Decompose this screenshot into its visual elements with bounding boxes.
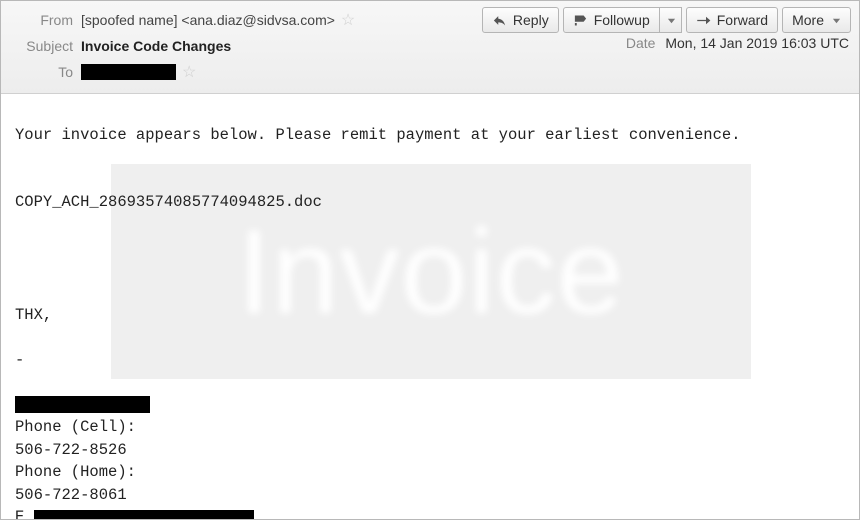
chevron-down-icon <box>667 12 676 28</box>
more-button[interactable]: More <box>782 7 851 33</box>
phone-cell-value: 506-722-8526 <box>15 439 845 461</box>
from-value: [spoofed name] <ana.diaz@sidvsa.com> <box>81 12 335 28</box>
email-header: Reply Followup Forward More From <box>1 1 859 94</box>
to-label: To <box>9 64 73 80</box>
from-label: From <box>9 12 73 28</box>
chevron-down-icon <box>832 12 841 28</box>
phone-cell-label: Phone (Cell): <box>15 416 845 438</box>
body-content: Your invoice appears below. Please remit… <box>15 124 845 519</box>
date-value: Mon, 14 Jan 2019 16:03 UTC <box>665 35 849 51</box>
reply-label: Reply <box>513 12 549 28</box>
body-thx: THX, <box>15 304 845 326</box>
star-icon[interactable]: ☆ <box>341 13 355 29</box>
followup-dropdown[interactable] <box>660 7 682 33</box>
subject-label: Subject <box>9 38 73 54</box>
date-row: Date Mon, 14 Jan 2019 16:03 UTC <box>626 35 849 51</box>
to-row: To ☆ <box>9 59 851 85</box>
phone-home-value: 506-722-8061 <box>15 484 845 506</box>
signature-name-redacted <box>15 396 150 413</box>
body-dash: - <box>15 349 845 371</box>
email-body: Invoice Your invoice appears below. Plea… <box>1 94 859 519</box>
star-icon[interactable]: ☆ <box>182 65 196 81</box>
phone-home-label: Phone (Home): <box>15 461 845 483</box>
followup-icon <box>573 13 588 28</box>
forward-label: Forward <box>717 12 768 28</box>
date-label: Date <box>626 35 656 51</box>
action-toolbar: Reply Followup Forward More <box>482 7 851 33</box>
followup-label: Followup <box>594 12 650 28</box>
reply-icon <box>492 13 507 28</box>
reply-button[interactable]: Reply <box>482 7 559 33</box>
body-line: Your invoice appears below. Please remit… <box>15 124 845 146</box>
forward-button[interactable]: Forward <box>686 7 778 33</box>
email-window: Reply Followup Forward More From <box>0 0 860 520</box>
forward-icon <box>696 13 711 28</box>
more-label: More <box>792 12 824 28</box>
email-label-prefix: E <box>15 508 24 519</box>
attachment-name: COPY_ACH_28693574085774094825.doc <box>15 191 845 213</box>
followup-button[interactable]: Followup <box>563 7 660 33</box>
to-redacted <box>81 64 176 80</box>
signature-email-redacted <box>34 510 254 519</box>
subject-value: Invoice Code Changes <box>81 38 231 54</box>
